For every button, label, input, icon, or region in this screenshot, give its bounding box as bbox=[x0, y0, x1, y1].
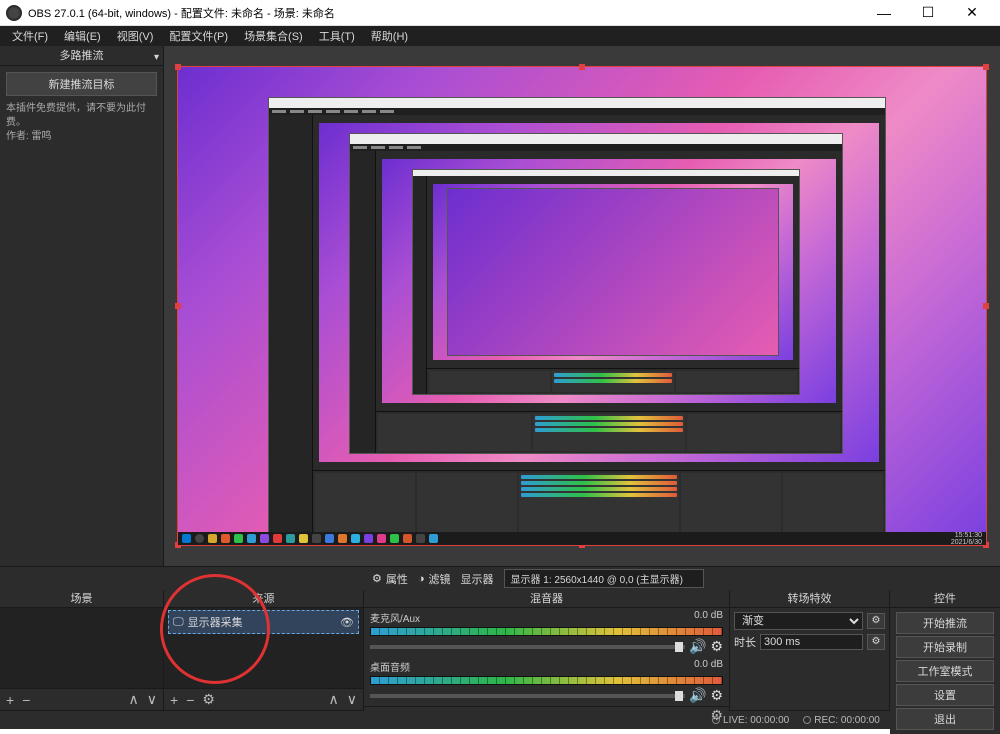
menu-view[interactable]: 视图(V) bbox=[109, 26, 162, 46]
display-selector[interactable]: 显示器 1: 2560x1440 @ 0,0 (主显示器) bbox=[504, 569, 704, 588]
multi-stream-header: 多路推流 ▾ bbox=[0, 46, 163, 66]
menu-scene-collection[interactable]: 场景集合(S) bbox=[236, 26, 311, 46]
source-down-button[interactable]: ∨ bbox=[347, 691, 357, 708]
close-button[interactable]: ✕ bbox=[950, 0, 994, 26]
controls-title: 控件 bbox=[890, 590, 1000, 608]
scene-up-button[interactable]: ∧ bbox=[129, 691, 139, 708]
sources-dock: 来源 🖵 显示器采集 👁 + − ⚙ ∧ ∨ bbox=[164, 590, 364, 710]
source-remove-button[interactable]: − bbox=[186, 692, 194, 708]
scene-down-button[interactable]: ∨ bbox=[147, 691, 157, 708]
nested-obs-window bbox=[268, 97, 886, 535]
controls-dock: 控件 开始推流 开始录制 工作室模式 设置 退出 bbox=[890, 590, 1000, 710]
start-streaming-button[interactable]: 开始推流 bbox=[896, 612, 994, 634]
source-up-button[interactable]: ∧ bbox=[329, 691, 339, 708]
mixer-channel-mic: 麦克风/Aux 0.0 dB 🔊 ⚙ bbox=[364, 608, 729, 657]
mic-db: 0.0 dB bbox=[694, 610, 723, 625]
filters-label: 滤镜 bbox=[429, 571, 451, 587]
transition-type-select[interactable]: 渐变 bbox=[734, 612, 863, 630]
display-selector-value: 显示器 1: 2560x1440 @ 0,0 (主显示器) bbox=[511, 575, 683, 586]
live-status: LIVE: 00:00:00 bbox=[712, 715, 789, 726]
mic-settings-icon[interactable]: ⚙ bbox=[710, 638, 723, 655]
new-stream-target-button[interactable]: 新建推流目标 bbox=[6, 72, 157, 96]
desktop-label: 桌面音频 bbox=[370, 659, 410, 674]
exit-button[interactable]: 退出 bbox=[896, 708, 994, 730]
menu-profile[interactable]: 配置文件(P) bbox=[161, 26, 236, 46]
transitions-title: 转场特效 bbox=[730, 590, 889, 608]
settings-button[interactable]: 设置 bbox=[896, 684, 994, 706]
source-item-display-capture[interactable]: 🖵 显示器采集 👁 bbox=[168, 610, 359, 634]
mixer-dock: 混音器 麦克风/Aux 0.0 dB 🔊 ⚙ 桌面音频 0.0 dB 🔊 ⚙ bbox=[364, 590, 730, 710]
scenes-title: 场景 bbox=[0, 590, 163, 608]
scenes-list[interactable] bbox=[0, 608, 163, 688]
window-title: OBS 27.0.1 (64-bit, windows) - 配置文件: 未命名… bbox=[28, 5, 862, 21]
source-item-label: 显示器采集 bbox=[188, 614, 243, 630]
rec-status: REC: 00:00:00 bbox=[803, 715, 880, 726]
duration-settings-button[interactable]: ⚙ bbox=[867, 634, 885, 650]
properties-label: 属性 bbox=[386, 571, 408, 587]
gear-icon: ⚙ bbox=[372, 572, 382, 585]
mic-label: 麦克风/Aux bbox=[370, 610, 420, 625]
display-field-label: 显示器 bbox=[461, 571, 494, 587]
sources-title: 来源 bbox=[164, 590, 363, 608]
multi-stream-title: 多路推流 bbox=[60, 50, 104, 62]
desktop-mute-icon[interactable]: 🔊 bbox=[689, 687, 706, 704]
properties-button[interactable]: ⚙ 属性 bbox=[372, 571, 408, 587]
source-add-button[interactable]: + bbox=[170, 692, 178, 708]
source-context-toolbar: ⚙ 属性 ◑ 滤镜 显示器 显示器 1: 2560x1440 @ 0,0 (主显… bbox=[0, 566, 1000, 590]
menu-edit[interactable]: 编辑(E) bbox=[56, 26, 109, 46]
mic-volume-slider[interactable] bbox=[370, 645, 685, 649]
mic-mute-icon[interactable]: 🔊 bbox=[689, 638, 706, 655]
minimize-button[interactable]: — bbox=[862, 0, 906, 26]
desktop-db: 0.0 dB bbox=[694, 659, 723, 674]
start-recording-button[interactable]: 开始录制 bbox=[896, 636, 994, 658]
transitions-dock: 转场特效 渐变 ⚙ 时长 ⚙ bbox=[730, 590, 890, 710]
desktop-volume-slider[interactable] bbox=[370, 694, 685, 698]
dock-close-icon[interactable]: ▾ bbox=[154, 48, 159, 68]
menu-file[interactable]: 文件(F) bbox=[4, 26, 56, 46]
multi-stream-dock: 多路推流 ▾ 新建推流目标 本插件免费提供，请不要为此付费。 作者: 雷鸣 bbox=[0, 46, 164, 566]
scene-remove-button[interactable]: − bbox=[22, 692, 30, 708]
duration-label: 时长 bbox=[734, 634, 756, 650]
menu-tools[interactable]: 工具(T) bbox=[311, 26, 363, 46]
window-titlebar: OBS 27.0.1 (64-bit, windows) - 配置文件: 未命名… bbox=[0, 0, 1000, 26]
filters-button[interactable]: ◑ 滤镜 bbox=[418, 571, 451, 587]
transition-settings-button[interactable]: ⚙ bbox=[867, 613, 885, 629]
desktop-meter bbox=[370, 676, 723, 685]
menu-help[interactable]: 帮助(H) bbox=[363, 26, 416, 46]
desktop-settings-icon[interactable]: ⚙ bbox=[710, 687, 723, 704]
visibility-toggle-icon[interactable]: 👁 bbox=[340, 616, 354, 629]
sources-list[interactable]: 🖵 显示器采集 👁 bbox=[164, 608, 363, 688]
transition-duration-input[interactable] bbox=[760, 634, 863, 650]
obs-logo-icon bbox=[6, 5, 22, 21]
plugin-donate-text: 本插件免费提供，请不要为此付费。 作者: 雷鸣 bbox=[6, 102, 157, 144]
menubar: 文件(F) 编辑(E) 视图(V) 配置文件(P) 场景集合(S) 工具(T) … bbox=[0, 26, 1000, 46]
filters-icon: ◑ bbox=[418, 573, 425, 585]
mixer-title: 混音器 bbox=[364, 590, 729, 608]
scene-add-button[interactable]: + bbox=[6, 692, 14, 708]
maximize-button[interactable]: ☐ bbox=[906, 0, 950, 26]
studio-mode-button[interactable]: 工作室模式 bbox=[896, 660, 994, 682]
mixer-channel-desktop: 桌面音频 0.0 dB 🔊 ⚙ bbox=[364, 657, 729, 706]
preview-canvas[interactable]: 15:51:302021/6/30 bbox=[177, 66, 987, 546]
source-properties-button[interactable]: ⚙ bbox=[202, 691, 215, 708]
scenes-dock: 场景 + − ∧ ∨ bbox=[0, 590, 164, 710]
monitor-icon: 🖵 bbox=[173, 616, 184, 629]
captured-taskbar: 15:51:302021/6/30 bbox=[178, 532, 986, 545]
preview-area[interactable]: 15:51:302021/6/30 bbox=[164, 46, 1000, 566]
mic-meter bbox=[370, 627, 723, 636]
